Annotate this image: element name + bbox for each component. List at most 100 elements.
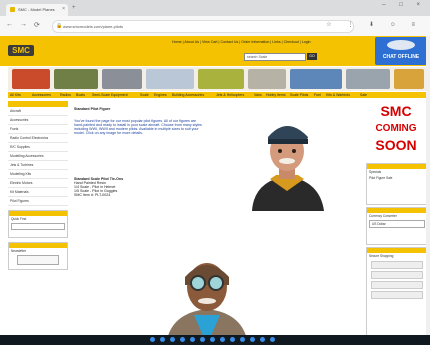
nav-item[interactable]: Boats — [76, 93, 85, 97]
nav-item[interactable]: Jets & Helicopters — [216, 93, 244, 97]
secure-badge[interactable] — [371, 261, 423, 269]
newsletter-image[interactable] — [17, 255, 59, 265]
right-sidebar: SMC COMING SOON Specials Pilot Figure Sa… — [366, 101, 428, 345]
browser-chrome: SMC - Model Planes × + – □ × ← → ⟳ 🔒 www… — [0, 0, 430, 37]
nav-item[interactable]: Building Accessories — [172, 93, 204, 97]
back-button[interactable]: ← — [6, 21, 13, 28]
site-header: SMC Home | About Us | View Cart | Contac… — [0, 36, 430, 66]
nav-item[interactable]: Sale — [360, 93, 367, 97]
search-placeholder: search Scale — [247, 55, 268, 59]
sidebar-item[interactable]: Kit Materials — [8, 188, 68, 197]
banner-radio-image[interactable] — [102, 69, 142, 89]
specials-text[interactable]: Pilot Figure Sale — [367, 175, 427, 181]
soon-line: SOON — [375, 137, 417, 153]
sidebar-item[interactable]: Modelling Kits — [8, 170, 68, 179]
content-paragraph-line: model. Click on any image for more detai… — [74, 131, 143, 135]
sidebar-item[interactable]: Accessories — [8, 116, 68, 125]
banner-sky-image[interactable] — [290, 69, 342, 89]
nav-item[interactable]: Semi-Scale Equipment — [92, 93, 128, 97]
quick-find-label: Quick Find — [11, 217, 27, 221]
taskbar-app-icon[interactable] — [170, 337, 175, 342]
banner-warbird-image[interactable] — [346, 69, 390, 89]
pilot-figure-image[interactable] — [152, 251, 262, 345]
coming-soon-banner[interactable]: SMC COMING SOON — [366, 101, 426, 161]
taskbar-app-icon[interactable] — [210, 337, 215, 342]
nav-item[interactable]: Kits & Warbirds — [326, 93, 350, 97]
sidebar-item[interactable]: Jets & Turbines — [8, 161, 68, 170]
sidebar-item[interactable]: Radio Control Electronics — [8, 134, 68, 143]
page-scrollbar[interactable] — [426, 36, 430, 345]
secure-badge[interactable] — [371, 291, 423, 299]
quick-find-box: Quick Find — [8, 210, 68, 238]
content-title: Standard Pilot Figure — [74, 107, 111, 111]
secure-badge[interactable] — [371, 281, 423, 289]
sidebar-item[interactable]: Electric Motors — [8, 179, 68, 188]
new-tab-button[interactable]: + — [72, 5, 76, 11]
taskbar — [0, 335, 430, 345]
secure-badge[interactable] — [371, 271, 423, 279]
search-input[interactable]: search Scale — [244, 53, 306, 61]
close-tab-icon[interactable]: × — [62, 6, 65, 12]
sidebar-item[interactable]: R/C Supplies — [8, 143, 68, 152]
left-sidebar: Aircraft Accessories Fuels Radio Control… — [8, 101, 68, 345]
currency-heading: Currency Converter — [369, 214, 397, 218]
plane-icon — [387, 40, 415, 50]
browser-toolbar: ← → ⟳ 🔒 www.smcmodels.com/plane-pilots ☆… — [0, 16, 430, 37]
taskbar-app-icon[interactable] — [150, 337, 155, 342]
taskbar-app-icon[interactable] — [190, 337, 195, 342]
search-go-button[interactable]: GO — [307, 53, 317, 60]
secure-heading: Secure Shopping — [369, 254, 394, 258]
banner-plane-image[interactable] — [12, 69, 50, 89]
banner-engine-image[interactable] — [248, 69, 286, 89]
toolbar-icons[interactable]: ☆ ⋮ ⬇ ☺ ≡ — [326, 21, 422, 28]
banner-vehicle-image[interactable] — [54, 69, 98, 89]
banner-helicopter-image[interactable] — [198, 69, 244, 89]
newsletter-box: Newsletter — [8, 242, 68, 270]
favicon-icon — [10, 7, 15, 12]
category-navbar: All Kits Accessories Radios Boats Semi-S… — [8, 92, 426, 98]
site-logo[interactable]: SMC — [8, 45, 34, 56]
pilot-figure-image[interactable] — [232, 111, 342, 211]
nav-item[interactable]: Radios — [60, 93, 71, 97]
main-content: Standard Pilot Figure You've found the p… — [72, 101, 364, 345]
nav-item[interactable]: All Kits — [10, 93, 21, 97]
top-links[interactable]: Home | About Us | View Cart | Contact Us… — [172, 40, 311, 44]
nav-item[interactable]: Scale Pilots — [290, 93, 308, 97]
currency-box: Currency Converter US Dollar — [366, 207, 428, 245]
nav-item[interactable]: Scale — [140, 93, 149, 97]
taskbar-app-icon[interactable] — [240, 337, 245, 342]
taskbar-app-icon[interactable] — [260, 337, 265, 342]
banner-jet-image[interactable] — [146, 69, 194, 89]
chat-label: CHAT OFFLINE — [382, 54, 420, 60]
product-banner — [8, 67, 426, 91]
sidebar-item[interactable]: Pilot Figures — [8, 197, 68, 206]
sidebar-item[interactable]: Modelling Accessories — [8, 152, 68, 161]
sidebar-item[interactable]: Fuels — [8, 125, 68, 134]
currency-select[interactable]: US Dollar — [369, 220, 425, 228]
tab-title: SMC - Model Planes — [18, 7, 55, 12]
reload-button[interactable]: ⟳ — [34, 21, 40, 29]
taskbar-app-icon[interactable] — [220, 337, 225, 342]
taskbar-app-icon[interactable] — [270, 337, 275, 342]
taskbar-app-icon[interactable] — [200, 337, 205, 342]
nav-item[interactable]: Accessories — [32, 93, 51, 97]
nav-item[interactable]: Fuel — [314, 93, 321, 97]
nav-item[interactable]: Hobby Items — [266, 93, 286, 97]
taskbar-app-icon[interactable] — [180, 337, 185, 342]
browser-tab[interactable]: SMC - Model Planes × — [6, 4, 68, 16]
taskbar-app-icon[interactable] — [160, 337, 165, 342]
window-controls[interactable]: – □ × — [382, 2, 426, 8]
sidebar-item[interactable]: Aircraft — [8, 107, 68, 116]
soon-line: COMING — [375, 123, 417, 134]
forward-button[interactable]: → — [20, 21, 27, 28]
banner-kit-image[interactable] — [394, 69, 424, 89]
chat-button[interactable]: CHAT OFFLINE — [375, 37, 427, 65]
taskbar-app-icon[interactable] — [230, 337, 235, 342]
address-bar[interactable]: 🔒 www.smcmodels.com/plane-pilots — [52, 20, 354, 33]
lock-icon: 🔒 — [56, 23, 63, 29]
nav-item[interactable]: Engines — [154, 93, 167, 97]
nav-item[interactable]: Vans — [254, 93, 262, 97]
quick-find-input[interactable] — [11, 223, 65, 230]
taskbar-app-icon[interactable] — [250, 337, 255, 342]
specials-box: Specials Pilot Figure Sale — [366, 163, 428, 205]
